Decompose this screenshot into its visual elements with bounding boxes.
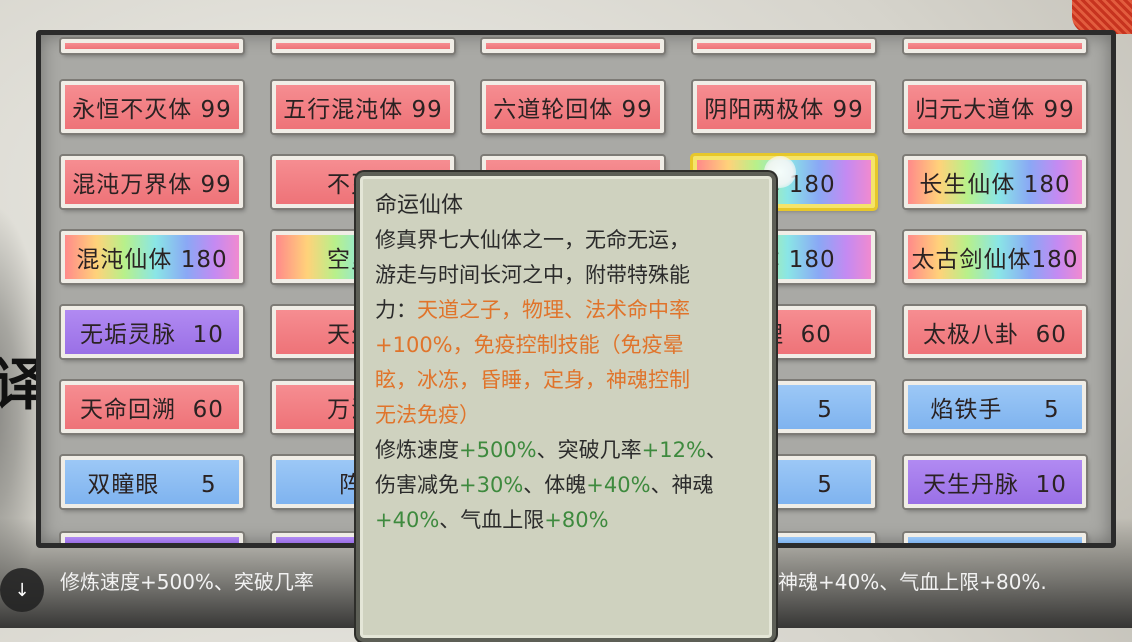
- stat-value: +30%: [459, 473, 524, 497]
- talent-cell[interactable]: 永恒不灭体 99: [61, 81, 243, 133]
- talent-cell[interactable]: 五行混沌体 99: [272, 81, 454, 133]
- bottom-description-left: 修炼速度+500%、突破几率: [60, 570, 314, 594]
- stat-separator: 、: [705, 438, 727, 462]
- tooltip-desc-prefix: 力：: [375, 298, 417, 322]
- talent-cell[interactable]: 阴阳两极体 99: [693, 81, 875, 133]
- talent-cell[interactable]: 太极八卦 60: [904, 306, 1086, 358]
- tooltip-desc-line: 游走与时间长河之中，附带特殊能: [375, 263, 690, 287]
- stat-value: +12%: [641, 438, 706, 462]
- stat-value: +40%: [586, 473, 651, 497]
- talent-cell[interactable]: [904, 533, 1086, 543]
- stat-label: 、突破几率: [536, 438, 642, 462]
- talent-cell[interactable]: [61, 39, 243, 53]
- talent-cell[interactable]: 双瞳眼 5: [61, 456, 243, 508]
- talent-cell[interactable]: 天生丹脉 10: [904, 456, 1086, 508]
- stat-value: +80%: [544, 508, 609, 532]
- talent-cell[interactable]: 归元大道体 99: [904, 81, 1086, 133]
- tooltip-special-text: 眩，冰冻，昏睡，定身，神魂控制: [375, 368, 690, 392]
- stat-value: +40%: [375, 508, 440, 532]
- talent-cell[interactable]: 无垢灵脉 10: [61, 306, 243, 358]
- talent-cell[interactable]: [61, 533, 243, 543]
- tooltip-special-text: 无法免疫）: [375, 403, 480, 427]
- tooltip-special-text: +100%，免疫控制技能（免疫晕: [375, 333, 684, 357]
- red-seal-decoration: [1072, 0, 1132, 34]
- talent-cell[interactable]: 天命回溯 60: [61, 381, 243, 433]
- tooltip-desc-line: 力：天道之子，物理、法术命中率: [375, 293, 755, 328]
- tooltip-stats-line: 伤害减免+30%、体魄+40%、神魂: [375, 468, 755, 503]
- talent-cell[interactable]: [272, 39, 454, 53]
- tooltip-special-text: 天道之子，物理、法术命中率: [417, 298, 690, 322]
- talent-cell[interactable]: 六道轮回体 99: [482, 81, 664, 133]
- talent-cell[interactable]: 焰铁手 5: [904, 381, 1086, 433]
- stat-value: +500%: [459, 438, 537, 462]
- tooltip-stats-line: 修炼速度+500%、突破几率+12%、: [375, 433, 755, 468]
- talent-cell[interactable]: [904, 39, 1086, 53]
- talent-tooltip: 命运仙体 修真界七大仙体之一，无命无运， 游走与时间长河之中，附带特殊能 力：天…: [356, 172, 776, 642]
- talent-cell[interactable]: 混沌仙体 180: [61, 231, 243, 283]
- arrow-down-icon: ↓: [14, 579, 30, 601]
- stat-label: 修炼速度: [375, 438, 459, 462]
- talent-cell[interactable]: [482, 39, 664, 53]
- stat-label: 、体魄: [523, 473, 587, 497]
- scroll-down-button[interactable]: ↓: [0, 568, 44, 612]
- talent-cell[interactable]: 长生仙体 180: [904, 156, 1086, 208]
- bottom-description-right: 神魂+40%、气血上限+80%.: [778, 570, 1047, 594]
- talent-cell[interactable]: [693, 39, 875, 53]
- tooltip-desc-line: 修真界七大仙体之一，无命无运，: [375, 228, 690, 252]
- stat-label: 、气血上限: [439, 508, 545, 532]
- talent-cell[interactable]: 太古剑仙体180: [904, 231, 1086, 283]
- tooltip-stats-line: +40%、气血上限+80%: [375, 503, 755, 538]
- stat-label: 伤害减免: [375, 473, 459, 497]
- stat-label: 、神魂: [650, 473, 714, 497]
- talent-cell[interactable]: 混沌万界体 99: [61, 156, 243, 208]
- tooltip-title: 命运仙体: [375, 193, 464, 218]
